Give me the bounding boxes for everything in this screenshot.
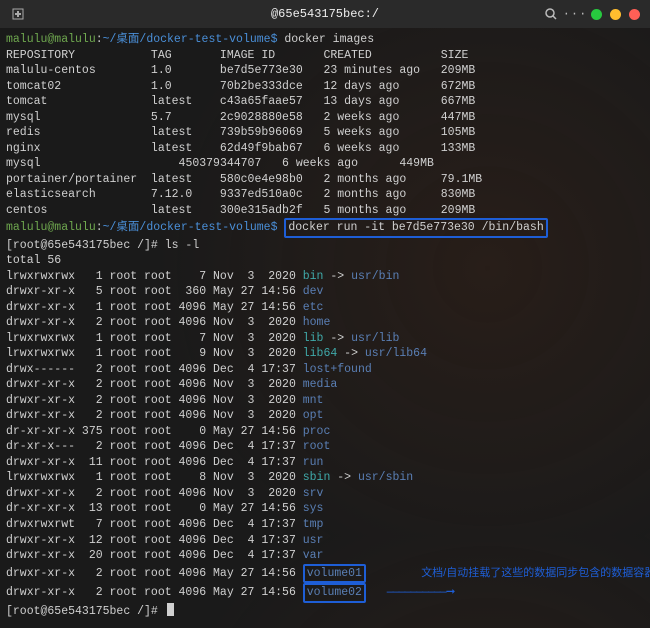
add-tab-icon[interactable]	[10, 6, 26, 22]
window-title: @65e543175bec:/	[271, 6, 379, 22]
highlighted-command-run: docker run -it be7d5e773e30 /bin/bash	[284, 218, 547, 238]
cursor-icon	[167, 603, 174, 616]
highlighted-volume-volume02: volume02	[303, 583, 366, 603]
search-icon[interactable]	[543, 6, 559, 22]
menu-icon[interactable]: ···	[567, 6, 583, 22]
highlighted-volume-volume01: volume01	[303, 564, 366, 584]
annotation-text: 文档/自动挂载了这些的数据同步包含的数据容器	[421, 567, 650, 579]
annotation-arrow-icon: ——————————➞	[387, 586, 455, 599]
minimize-button[interactable]	[591, 9, 602, 20]
close-button[interactable]	[629, 9, 640, 20]
window-titlebar: @65e543175bec:/ ···	[0, 0, 650, 28]
terminal-output[interactable]: malulu@malulu:~/桌面/docker-test-volume$ d…	[0, 28, 650, 628]
maximize-button[interactable]	[610, 9, 621, 20]
